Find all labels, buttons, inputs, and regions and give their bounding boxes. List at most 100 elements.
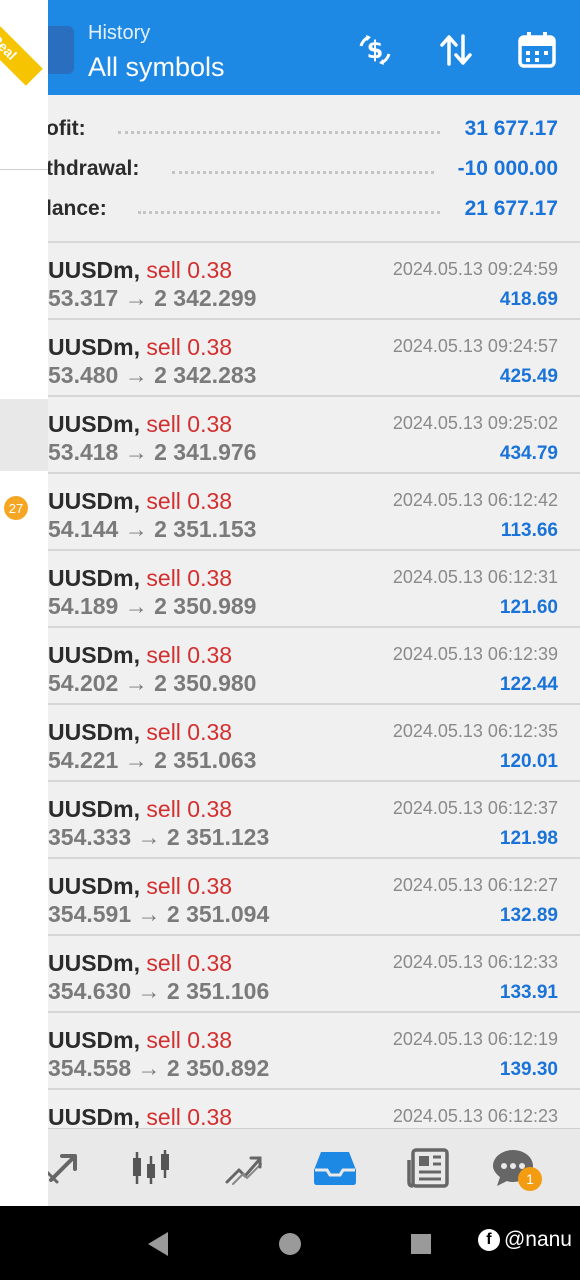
- deal-symbol: UUSDm, sell 0.38: [48, 411, 232, 438]
- deal-time: 2024.05.13 06:12:35: [392, 721, 558, 741]
- currency-exchange-icon[interactable]: $: [353, 30, 397, 70]
- deal-time: 2024.05.13 06:12:37: [392, 798, 558, 818]
- trade-icon[interactable]: [218, 1143, 268, 1193]
- deal-row[interactable]: UUSDm, sell 0.38 354.333 → 2 351.123 202…: [0, 782, 580, 859]
- deal-profit: 418.69: [499, 289, 558, 310]
- facebook-icon: f: [477, 1229, 500, 1251]
- dotted-leader: [118, 131, 440, 134]
- deal-row[interactable]: UUSDm, sell 0.38 354.630 → 2 351.106 202…: [0, 936, 580, 1013]
- deal-symbol: UUSDm, sell 0.38: [48, 1104, 232, 1131]
- symbol-name: UUSDm,: [48, 411, 141, 437]
- deal-side: sell 0.38: [146, 1104, 233, 1130]
- deal-time: 2024.05.13 09:24:59: [392, 259, 558, 279]
- deal-row[interactable]: UUSDm, sell 0.38 354.591 → 2 351.094 202…: [0, 859, 580, 936]
- chat-icon[interactable]: 1: [488, 1143, 542, 1193]
- symbol-name: UUSDm,: [48, 1027, 141, 1053]
- back-icon[interactable]: [146, 1231, 170, 1257]
- side-drawer: 27 Real: [0, 0, 48, 1206]
- deal-profit: 425.49: [499, 366, 558, 387]
- withdrawal-label: thdrawal:: [46, 157, 140, 180]
- deal-row[interactable]: UUSDm, sell 0.38 54.202 → 2 350.980 2024…: [0, 628, 580, 705]
- symbol-name: UUSDm,: [48, 873, 141, 899]
- deal-time: 2024.05.13 09:25:02: [392, 413, 558, 433]
- deal-profit: 122.44: [499, 674, 558, 695]
- deal-symbol: UUSDm, sell 0.38: [48, 719, 232, 746]
- deal-prices: 54.202 → 2 350.980: [48, 670, 257, 696]
- deal-row[interactable]: UUSDm, sell 0.38 53.418 → 2 341.976 2024…: [0, 397, 580, 474]
- chat-badge: 1: [518, 1167, 542, 1191]
- deal-row[interactable]: UUSDm, sell 0.38 54.189 → 2 350.989 2024…: [0, 551, 580, 628]
- deal-time: 2024.05.13 06:12:39: [392, 644, 558, 664]
- deal-side: sell 0.38: [146, 950, 233, 976]
- deal-row[interactable]: UUSDm, sell 0.38 354.558 → 2 350.892 202…: [0, 1013, 580, 1090]
- deal-row[interactable]: UUSDm, sell 0.38 53.317 → 2 342.299 2024…: [0, 243, 580, 320]
- svg-text:$: $: [367, 36, 384, 64]
- summary-profit-row: ofit: 31 677.17: [0, 109, 580, 149]
- deal-symbol: UUSDm, sell 0.38: [48, 488, 232, 515]
- deal-profit: 121.98: [499, 828, 558, 849]
- symbol-name: UUSDm,: [48, 257, 141, 283]
- deal-prices: 54.221 → 2 351.063: [48, 747, 257, 773]
- deal-side: sell 0.38: [146, 334, 233, 360]
- account-type-ribbon: Real: [0, 8, 43, 86]
- deal-profit: 120.01: [499, 751, 558, 772]
- deal-profit: 139.30: [499, 1059, 558, 1080]
- deal-symbol: UUSDm, sell 0.38: [48, 565, 232, 592]
- header-title[interactable]: All symbols: [88, 52, 225, 83]
- watermark: f @nanu: [477, 1228, 572, 1252]
- news-icon[interactable]: [404, 1143, 454, 1193]
- deal-profit: 113.66: [500, 520, 558, 541]
- symbol-name: UUSDm,: [48, 642, 141, 668]
- deal-symbol: UUSDm, sell 0.38: [48, 950, 232, 977]
- deal-profit: 132.89: [499, 905, 558, 926]
- symbol-name: UUSDm,: [48, 334, 141, 360]
- system-nav-bar: f @nanu: [0, 1206, 580, 1280]
- home-icon[interactable]: [278, 1232, 302, 1256]
- deal-side: sell 0.38: [146, 796, 233, 822]
- deal-symbol: UUSDm, sell 0.38: [48, 642, 232, 669]
- drawer-selected-item[interactable]: [0, 399, 48, 471]
- deal-side: sell 0.38: [146, 257, 233, 283]
- deal-prices: 354.558 → 2 350.892: [48, 1055, 270, 1081]
- withdrawal-value: -10 000.00: [457, 157, 558, 180]
- deal-symbol: UUSDm, sell 0.38: [48, 1027, 232, 1054]
- deal-time: 2024.05.13 06:12:31: [392, 567, 558, 587]
- deal-symbol: UUSDm, sell 0.38: [48, 873, 232, 900]
- deal-row[interactable]: UUSDm, sell 0.38 54.144 → 2 351.153 2024…: [0, 474, 580, 551]
- balance-value: 21 677.17: [464, 197, 558, 220]
- deal-time: 2024.05.13 06:12:27: [392, 875, 558, 895]
- symbol-name: UUSDm,: [48, 719, 141, 745]
- recents-icon[interactable]: [410, 1233, 432, 1255]
- deal-prices: 354.630 → 2 351.106: [48, 978, 270, 1004]
- deal-prices: 354.591 → 2 351.094: [48, 901, 270, 927]
- history-summary: ofit: 31 677.17 thdrawal: -10 000.00 lan…: [0, 95, 580, 243]
- deal-symbol: UUSDm, sell 0.38: [48, 334, 232, 361]
- deal-time: 2024.05.13 06:12:42: [392, 490, 558, 510]
- chart-icon[interactable]: [126, 1143, 176, 1193]
- drawer-count-badge: 27: [4, 496, 28, 520]
- deal-row[interactable]: UUSDm, sell 0.38 53.480 → 2 342.283 2024…: [0, 320, 580, 397]
- profit-value: 31 677.17: [464, 117, 558, 140]
- deal-time: 2024.05.13 09:24:57: [392, 336, 558, 356]
- sort-icon[interactable]: [434, 30, 478, 70]
- summary-balance-row: lance: 21 677.17: [0, 189, 580, 229]
- symbol-name: UUSDm,: [48, 796, 141, 822]
- deal-profit: 121.60: [499, 597, 558, 618]
- deal-side: sell 0.38: [146, 1027, 233, 1053]
- deal-time: 2024.05.13 06:12:33: [392, 952, 558, 972]
- app-header: History All symbols $: [0, 0, 580, 95]
- dotted-leader: [138, 211, 440, 214]
- summary-withdrawal-row: thdrawal: -10 000.00: [0, 149, 580, 189]
- deal-row[interactable]: UUSDm, sell 0.38 54.221 → 2 351.063 2024…: [0, 705, 580, 782]
- deal-prices: 354.333 → 2 351.123: [48, 824, 270, 850]
- deal-time: 2024.05.13 06:12:19: [392, 1029, 558, 1049]
- deal-side: sell 0.38: [146, 719, 233, 745]
- deal-prices: 53.317 → 2 342.299: [48, 285, 257, 311]
- calendar-icon[interactable]: [515, 30, 559, 70]
- deal-side: sell 0.38: [146, 642, 233, 668]
- watermark-text: @nanu: [503, 1228, 572, 1251]
- history-icon[interactable]: [310, 1143, 360, 1193]
- deal-prices: 54.189 → 2 350.989: [48, 593, 257, 619]
- balance-label: lance:: [46, 197, 107, 220]
- deal-time: 2024.05.13 06:12:23: [392, 1106, 558, 1126]
